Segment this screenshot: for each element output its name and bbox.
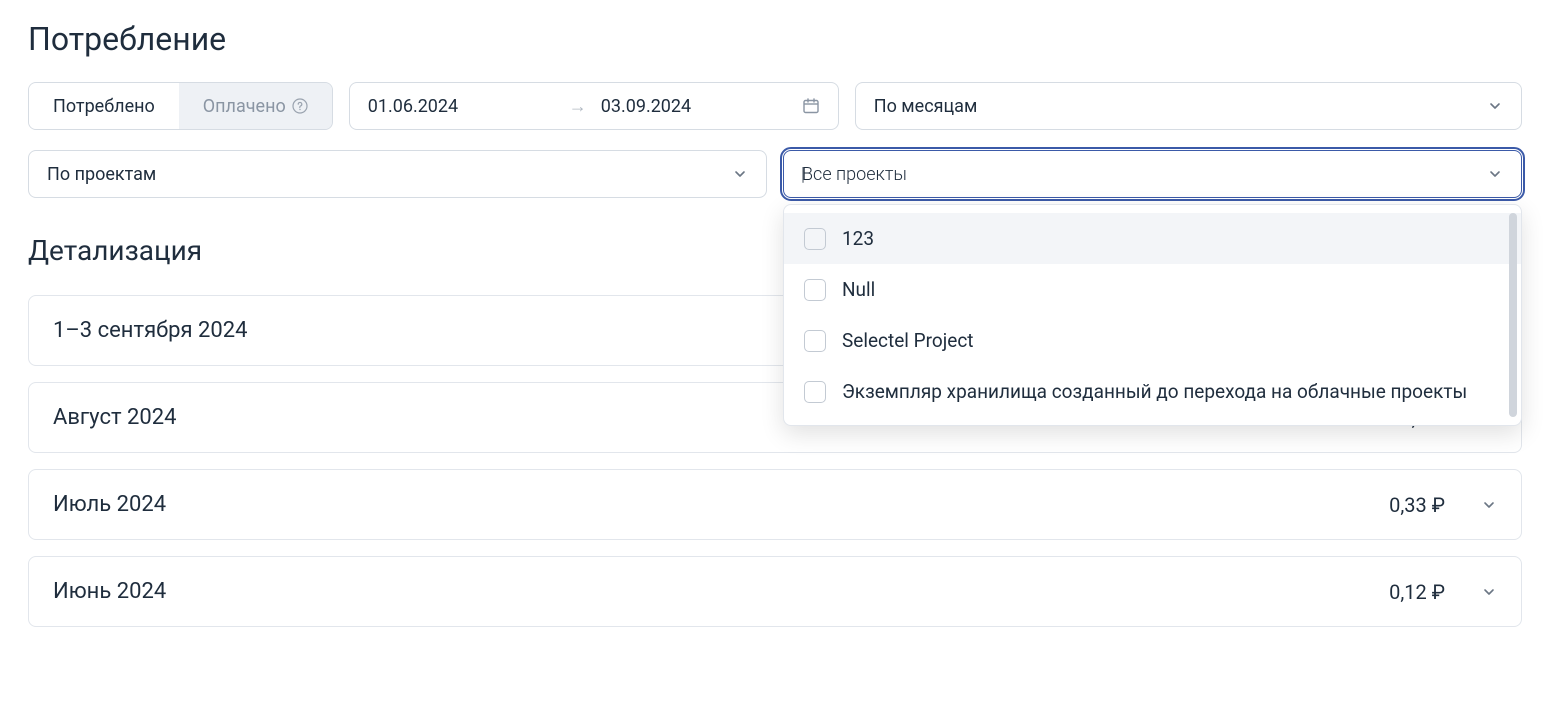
- detail-row[interactable]: Июнь 2024 0,12 ₽: [28, 556, 1522, 627]
- group-scope-value: По проектам: [47, 164, 156, 185]
- page-title: Потребление: [28, 20, 1522, 58]
- chevron-down-icon: [1481, 497, 1497, 513]
- tab-consumed-label: Потреблено: [53, 96, 155, 117]
- projects-select[interactable]: Все проекты: [783, 150, 1522, 198]
- dropdown-option[interactable]: Selectel Project: [784, 315, 1521, 366]
- filters-row-2: По проектам Все проекты 123: [28, 150, 1522, 198]
- view-mode-segmented: Потреблено Оплачено: [28, 82, 333, 130]
- tab-paid-label: Оплачено: [203, 96, 286, 117]
- detail-row[interactable]: Июль 2024 0,33 ₽: [28, 469, 1522, 540]
- group-period-select[interactable]: По месяцам: [855, 82, 1522, 130]
- chevron-down-icon: [1481, 584, 1497, 600]
- group-period-value: По месяцам: [874, 96, 978, 117]
- detail-amount: 0,33 ₽: [1389, 493, 1445, 517]
- option-label: Экземпляр хранилища созданный до переход…: [842, 380, 1467, 403]
- projects-select-placeholder: Все проекты: [802, 164, 907, 185]
- tab-paid[interactable]: Оплачено: [179, 83, 332, 129]
- chevron-down-icon: [1487, 166, 1503, 182]
- option-label: Null: [842, 278, 875, 301]
- checkbox[interactable]: [804, 228, 826, 250]
- date-to: 03.09.2024: [601, 96, 788, 117]
- detail-label: 1–3 сентября 2024: [53, 318, 247, 343]
- scrollbar-thumb[interactable]: [1509, 213, 1517, 417]
- detail-label: Август 2024: [53, 405, 176, 430]
- filters-row-1: Потреблено Оплачено 01.06.2024 → 03.09.2…: [28, 82, 1522, 130]
- checkbox[interactable]: [804, 330, 826, 352]
- option-label: Selectel Project: [842, 329, 973, 352]
- group-scope-select[interactable]: По проектам: [28, 150, 767, 198]
- projects-dropdown: 123 Null Selectel Project Экземпляр хран…: [783, 204, 1522, 426]
- detail-amount: 0,12 ₽: [1389, 580, 1445, 604]
- detail-label: Июнь 2024: [53, 579, 166, 604]
- arrow-right-icon: →: [569, 96, 587, 117]
- chevron-down-icon: [732, 166, 748, 182]
- dropdown-option[interactable]: Null: [784, 264, 1521, 315]
- calendar-icon: [802, 97, 820, 115]
- dropdown-option[interactable]: Экземпляр хранилища созданный до переход…: [784, 366, 1521, 417]
- checkbox[interactable]: [804, 279, 826, 301]
- dropdown-option[interactable]: 123: [784, 213, 1521, 264]
- detail-label: Июль 2024: [53, 492, 166, 517]
- date-range-picker[interactable]: 01.06.2024 → 03.09.2024: [349, 82, 839, 130]
- help-icon[interactable]: [292, 98, 308, 114]
- tab-consumed[interactable]: Потреблено: [29, 83, 179, 129]
- option-label: 123: [842, 227, 874, 250]
- date-from: 01.06.2024: [368, 96, 555, 117]
- chevron-down-icon: [1487, 98, 1503, 114]
- checkbox[interactable]: [804, 381, 826, 403]
